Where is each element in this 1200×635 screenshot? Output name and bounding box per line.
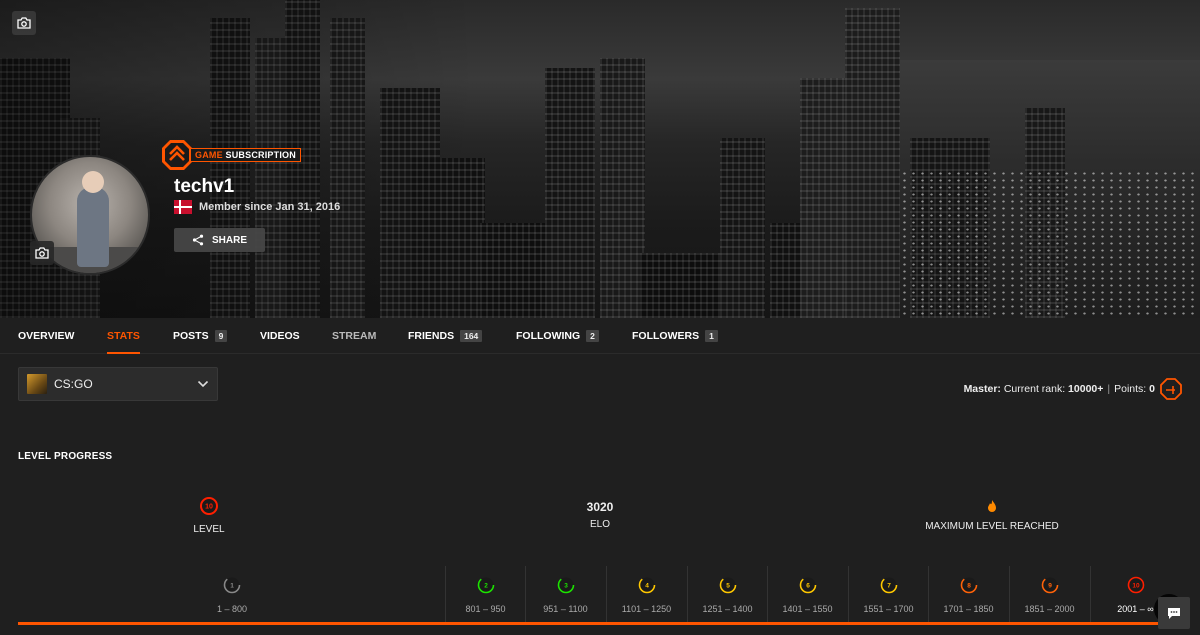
subscription-label: GAME SUBSCRIPTION: [190, 148, 301, 162]
game-select-value: CS:GO: [54, 377, 93, 391]
chat-icon: [1168, 607, 1180, 619]
level-4-icon: 4: [638, 576, 655, 594]
level-7-icon: 7: [880, 576, 897, 594]
level-segment: 5 1251 – 1400: [687, 566, 767, 622]
level-range-label: 951 – 1100: [543, 604, 588, 614]
svg-text:7: 7: [887, 582, 891, 589]
level-10-icon: 10: [1127, 576, 1144, 594]
svg-text:4: 4: [645, 582, 649, 589]
member-since-text: Member since Jan 31, 2016: [199, 201, 341, 213]
level-progress-title: LEVEL PROGRESS: [18, 451, 113, 462]
svg-text:6: 6: [806, 582, 810, 589]
svg-text:10: 10: [1132, 582, 1140, 589]
level-range-label: 1401 – 1550: [782, 604, 833, 614]
svg-text:1: 1: [230, 582, 234, 589]
points-value: 0: [1149, 383, 1155, 395]
max-level-label: MAXIMUM LEVEL REACHED: [925, 521, 1059, 532]
chevron-down-icon: [197, 380, 209, 388]
level-segment: 6 1401 – 1550: [767, 566, 847, 622]
flame-icon: [988, 500, 996, 512]
rank-emblem-icon: [1160, 378, 1182, 400]
subscription-badge[interactable]: GAME SUBSCRIPTION: [160, 138, 301, 172]
rank-info: Master: Current rank: 10000+ | Points: 0: [964, 378, 1182, 400]
friends-count: 164: [460, 330, 483, 342]
level-6-icon: 6: [799, 576, 816, 594]
max-level-stat: MAXIMUM LEVEL REACHED: [912, 500, 1072, 532]
game-select[interactable]: CS:GO: [18, 367, 218, 401]
level-segment: 9 1851 – 2000: [1009, 566, 1089, 622]
level-progress-bar: [18, 622, 1182, 625]
level-scale: 1 1 – 800 2 801 – 950 3 951 – 1100 4 1101 – 125…: [0, 566, 1200, 624]
chat-button[interactable]: [1158, 597, 1190, 629]
level-2-icon: 2: [477, 576, 494, 594]
username: techv1: [174, 176, 235, 197]
level-3-icon: 3: [557, 576, 574, 594]
level-range-label: 1101 – 1250: [621, 604, 672, 614]
level-segment: 2 801 – 950: [445, 566, 525, 622]
tab-followers[interactable]: FOLLOWERS 1: [632, 318, 718, 354]
level-segment: 7 1551 – 1700: [848, 566, 928, 622]
tab-posts[interactable]: POSTS 9: [173, 318, 228, 354]
level-segment: 1 1 – 800: [190, 566, 274, 622]
level-segment: 3 951 – 1100: [525, 566, 605, 622]
camera-icon: [35, 247, 49, 259]
level-range-label: 1251 – 1400: [702, 604, 753, 614]
level-range-label: 1701 – 1850: [943, 604, 994, 614]
level-9-icon: 9: [1041, 576, 1058, 594]
level-range-label: 801 – 950: [465, 604, 506, 614]
profile-nav: OVERVIEW STATS POSTS 9 VIDEOS STREAM FRIE…: [0, 318, 1200, 354]
svg-text:10: 10: [205, 504, 213, 511]
change-banner-button[interactable]: [12, 11, 36, 35]
elo-value: 3020: [586, 500, 614, 514]
elo-stat: 3020 ELO: [560, 500, 640, 530]
camera-icon: [17, 17, 31, 29]
level-segment: 8 1701 – 1850: [928, 566, 1008, 622]
level-8-icon: 8: [960, 576, 977, 594]
level-segment: 4 1101 – 1250: [606, 566, 686, 622]
rank-tier: Master:: [963, 383, 1001, 395]
rank-value: 10000+: [1068, 383, 1104, 395]
svg-text:8: 8: [967, 582, 971, 589]
subscription-chevron-icon: [162, 140, 192, 170]
share-label: SHARE: [211, 234, 247, 246]
csgo-game-icon: [27, 374, 47, 394]
svg-text:3: 3: [564, 582, 568, 589]
points-label: Points:: [1114, 383, 1147, 395]
tab-following[interactable]: FOLLOWING 2: [516, 318, 599, 354]
share-icon: [192, 234, 204, 246]
level-1-icon: 1: [223, 576, 241, 594]
level-range-label: 1851 – 2000: [1024, 604, 1075, 614]
level-5-icon: 5: [719, 576, 736, 594]
tab-stream[interactable]: STREAM: [332, 318, 376, 354]
level-10-icon: 10: [200, 497, 218, 515]
tab-friends[interactable]: FRIENDS 164: [408, 318, 483, 354]
level-stat: 10 LEVEL: [178, 496, 240, 535]
elo-label: ELO: [589, 519, 610, 530]
level-range-label: 1 – 800: [216, 604, 248, 614]
svg-text:5: 5: [726, 582, 730, 589]
level-label: LEVEL: [193, 524, 225, 535]
tab-stats[interactable]: STATS: [107, 318, 140, 354]
change-avatar-button[interactable]: [30, 241, 54, 265]
following-count: 2: [586, 330, 599, 342]
denmark-flag-icon: [174, 200, 192, 214]
level-range-label: 1551 – 1700: [863, 604, 914, 614]
rank-text: Current rank:: [1003, 383, 1066, 395]
member-since: Member since Jan 31, 2016: [174, 200, 340, 214]
followers-count: 1: [705, 330, 718, 342]
tab-overview[interactable]: OVERVIEW: [18, 318, 74, 354]
svg-text:9: 9: [1048, 582, 1052, 589]
tab-videos[interactable]: VIDEOS: [260, 318, 300, 354]
posts-count: 9: [214, 330, 228, 342]
share-button[interactable]: SHARE: [174, 228, 265, 252]
svg-text:2: 2: [484, 582, 488, 589]
